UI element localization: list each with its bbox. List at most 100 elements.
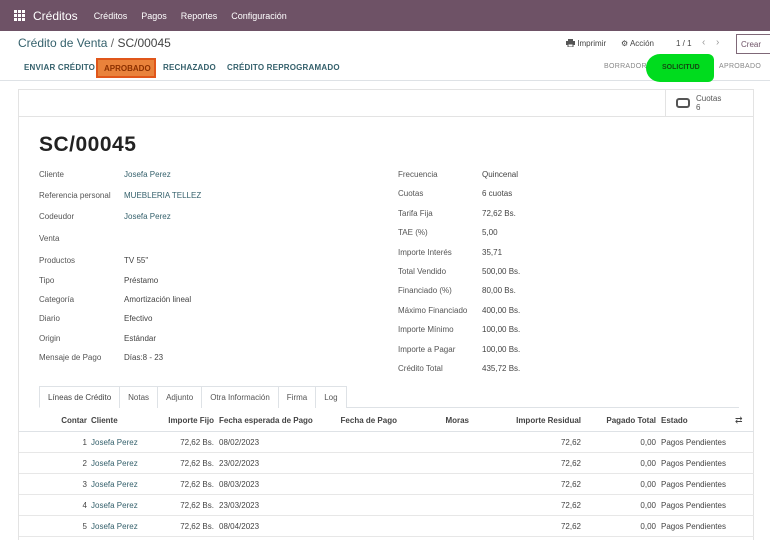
cell-importe-fijo: 72,62 Bs. <box>180 438 214 447</box>
field-value-maximo-financiado[interactable]: 400,00 Bs. <box>482 306 520 315</box>
col-importe-residual[interactable]: Importe Residual <box>489 416 581 425</box>
tab-log[interactable]: Log <box>315 386 347 408</box>
field-value-productos[interactable]: TV 55" <box>124 256 148 265</box>
field-value-financiado[interactable]: 80,00 Bs. <box>482 286 516 295</box>
breadcrumb-separator: / <box>110 36 115 50</box>
cell-pagado-total: 0,00 <box>640 480 656 489</box>
top-navbar: Créditos Créditos Pagos Reportes Configu… <box>0 0 770 31</box>
gear-icon: ⚙ <box>621 39 629 48</box>
field-value-cuotas[interactable]: 6 cuotas <box>482 189 512 198</box>
field-label-importe-minimo: Importe Mínimo <box>398 325 454 334</box>
menu-configuracion[interactable]: Configuración <box>231 11 287 21</box>
menu-pagos[interactable]: Pagos <box>141 11 167 21</box>
field-value-mensaje-pago[interactable]: Días:8 - 23 <box>124 353 163 362</box>
handshake-icon <box>676 98 690 108</box>
cell-contar: 3 <box>82 480 87 489</box>
cell-importe-fijo: 72,62 Bs. <box>180 480 214 489</box>
field-value-total-vendido[interactable]: 500,00 Bs. <box>482 267 520 276</box>
cell-pagado-total: 0,00 <box>640 522 656 531</box>
field-label-importe-pagar: Importe a Pagar <box>398 345 456 354</box>
column-options-icon[interactable]: ⇄ <box>735 415 743 426</box>
breadcrumb-parent[interactable]: Crédito de Venta <box>18 36 107 50</box>
tab-otra-informacion[interactable]: Otra Información <box>201 386 279 408</box>
cell-pagado-total: 0,00 <box>640 501 656 510</box>
cell-importe-fijo: 72,62 Bs. <box>180 459 214 468</box>
table-row[interactable]: 5 Josefa Perez 72,62 Bs. 08/04/2023 72,6… <box>19 516 754 537</box>
field-value-cliente[interactable]: Josefa Perez <box>124 170 171 179</box>
menu-creditos[interactable]: Créditos <box>94 11 128 21</box>
field-label-importe-interes: Importe Interés <box>398 248 452 257</box>
field-value-tarifa-fija[interactable]: 72,62 Bs. <box>482 209 516 218</box>
cell-cliente[interactable]: Josefa Perez <box>91 501 138 510</box>
print-label: Imprimir <box>577 39 607 48</box>
print-button[interactable]: Imprimir <box>566 39 606 48</box>
col-importe-fijo[interactable]: Importe Fijo <box>159 416 214 425</box>
apps-grid-icon[interactable] <box>14 10 25 21</box>
cell-cliente[interactable]: Josefa Perez <box>91 459 138 468</box>
cell-estado: Pagos Pendientes <box>661 501 726 510</box>
create-button[interactable]: Crear <box>736 34 770 54</box>
cell-cliente[interactable]: Josefa Perez <box>91 438 138 447</box>
col-contar[interactable]: Contar <box>57 416 87 425</box>
field-label-maximo-financiado: Máximo Financiado <box>398 306 468 315</box>
cell-cliente[interactable]: Josefa Perez <box>91 480 138 489</box>
table-row[interactable]: 3 Josefa Perez 72,62 Bs. 08/03/2023 72,6… <box>19 474 754 495</box>
menu-reportes[interactable]: Reportes <box>181 11 218 21</box>
pager-next-icon[interactable]: › <box>716 37 719 48</box>
cell-contar: 2 <box>82 459 87 468</box>
cell-fecha-esperada: 08/03/2023 <box>219 480 260 489</box>
table-row[interactable]: 2 Josefa Perez 72,62 Bs. 23/02/2023 72,6… <box>19 453 754 474</box>
field-value-tae[interactable]: 5,00 <box>482 228 498 237</box>
installments-smart-button[interactable]: Cuotas 6 <box>665 90 754 117</box>
smart-button-label: Cuotas <box>696 94 722 103</box>
tab-lineas-credito[interactable]: Líneas de Crédito <box>39 386 121 408</box>
tab-notas[interactable]: Notas <box>119 386 159 408</box>
reschedule-credit-button[interactable]: CRÉDITO REPROGRAMADO <box>227 63 340 72</box>
field-label-credito-total: Crédito Total <box>398 364 443 373</box>
field-value-categoria[interactable]: Amortización lineal <box>124 295 191 304</box>
field-value-referencia[interactable]: MUEBLERIA TELLEZ <box>124 191 201 200</box>
cell-pagado-total: 0,00 <box>640 438 656 447</box>
approve-button[interactable]: APROBADO <box>96 58 156 78</box>
field-value-origin[interactable]: Estándar <box>124 334 156 343</box>
stage-borrador[interactable]: BORRADOR <box>604 63 647 70</box>
field-value-credito-total[interactable]: 435,72 Bs. <box>482 364 520 373</box>
field-label-referencia: Referencia personal <box>39 191 111 200</box>
tab-firma[interactable]: Firma <box>277 386 317 408</box>
reject-button[interactable]: RECHAZADO <box>163 63 216 72</box>
field-label-venta: Venta <box>39 234 60 243</box>
cell-cliente[interactable]: Josefa Perez <box>91 522 138 531</box>
field-label-productos: Productos <box>39 256 76 265</box>
notebook-tabs: Líneas de Crédito Notas Adjunto Otra Inf… <box>39 386 739 408</box>
cell-estado: Pagos Pendientes <box>661 480 726 489</box>
pager-value[interactable]: 1 / 1 <box>676 39 692 48</box>
field-label-tipo: Tipo <box>39 276 55 285</box>
table-row[interactable]: 1 Josefa Perez 72,62 Bs. 08/02/2023 72,6… <box>19 432 754 453</box>
app-title[interactable]: Créditos <box>33 9 78 23</box>
breadcrumb: Crédito de Venta / SC/00045 <box>18 36 171 50</box>
col-estado[interactable]: Estado <box>661 416 688 425</box>
table-row[interactable]: 4 Josefa Perez 72,62 Bs. 23/03/2023 72,6… <box>19 495 754 516</box>
cell-importe-residual: 72,62 <box>560 480 581 489</box>
field-value-diario[interactable]: Efectivo <box>124 314 152 323</box>
send-credit-button[interactable]: ENVIAR CRÉDITO <box>24 63 95 72</box>
stage-aprobado[interactable]: APROBADO <box>719 63 761 70</box>
cell-contar: 1 <box>82 438 87 447</box>
col-fecha-pago[interactable]: Fecha de Pago <box>329 416 397 425</box>
col-pagado-total[interactable]: Pagado Total <box>589 416 656 425</box>
col-fecha-esperada[interactable]: Fecha esperada de Pago <box>219 416 313 425</box>
field-value-importe-minimo[interactable]: 100,00 Bs. <box>482 325 520 334</box>
col-moras[interactable]: Moras <box>419 416 469 425</box>
col-cliente[interactable]: Cliente <box>91 416 118 425</box>
field-value-importe-pagar[interactable]: 100,00 Bs. <box>482 345 520 354</box>
field-value-tipo[interactable]: Préstamo <box>124 276 158 285</box>
field-label-mensaje-pago: Mensaje de Pago <box>39 353 102 362</box>
field-label-frecuencia: Frecuencia <box>398 170 438 179</box>
pager-prev-icon[interactable]: ‹ <box>702 37 705 48</box>
field-value-frecuencia[interactable]: Quincenal <box>482 170 518 179</box>
action-button[interactable]: ⚙ Acción <box>621 39 654 48</box>
field-value-codeudor[interactable]: Josefa Perez <box>124 212 171 221</box>
tab-adjunto[interactable]: Adjunto <box>157 386 203 408</box>
field-value-importe-interes[interactable]: 35,71 <box>482 248 502 257</box>
stage-solicitud[interactable]: SOLICITUD <box>646 54 714 82</box>
